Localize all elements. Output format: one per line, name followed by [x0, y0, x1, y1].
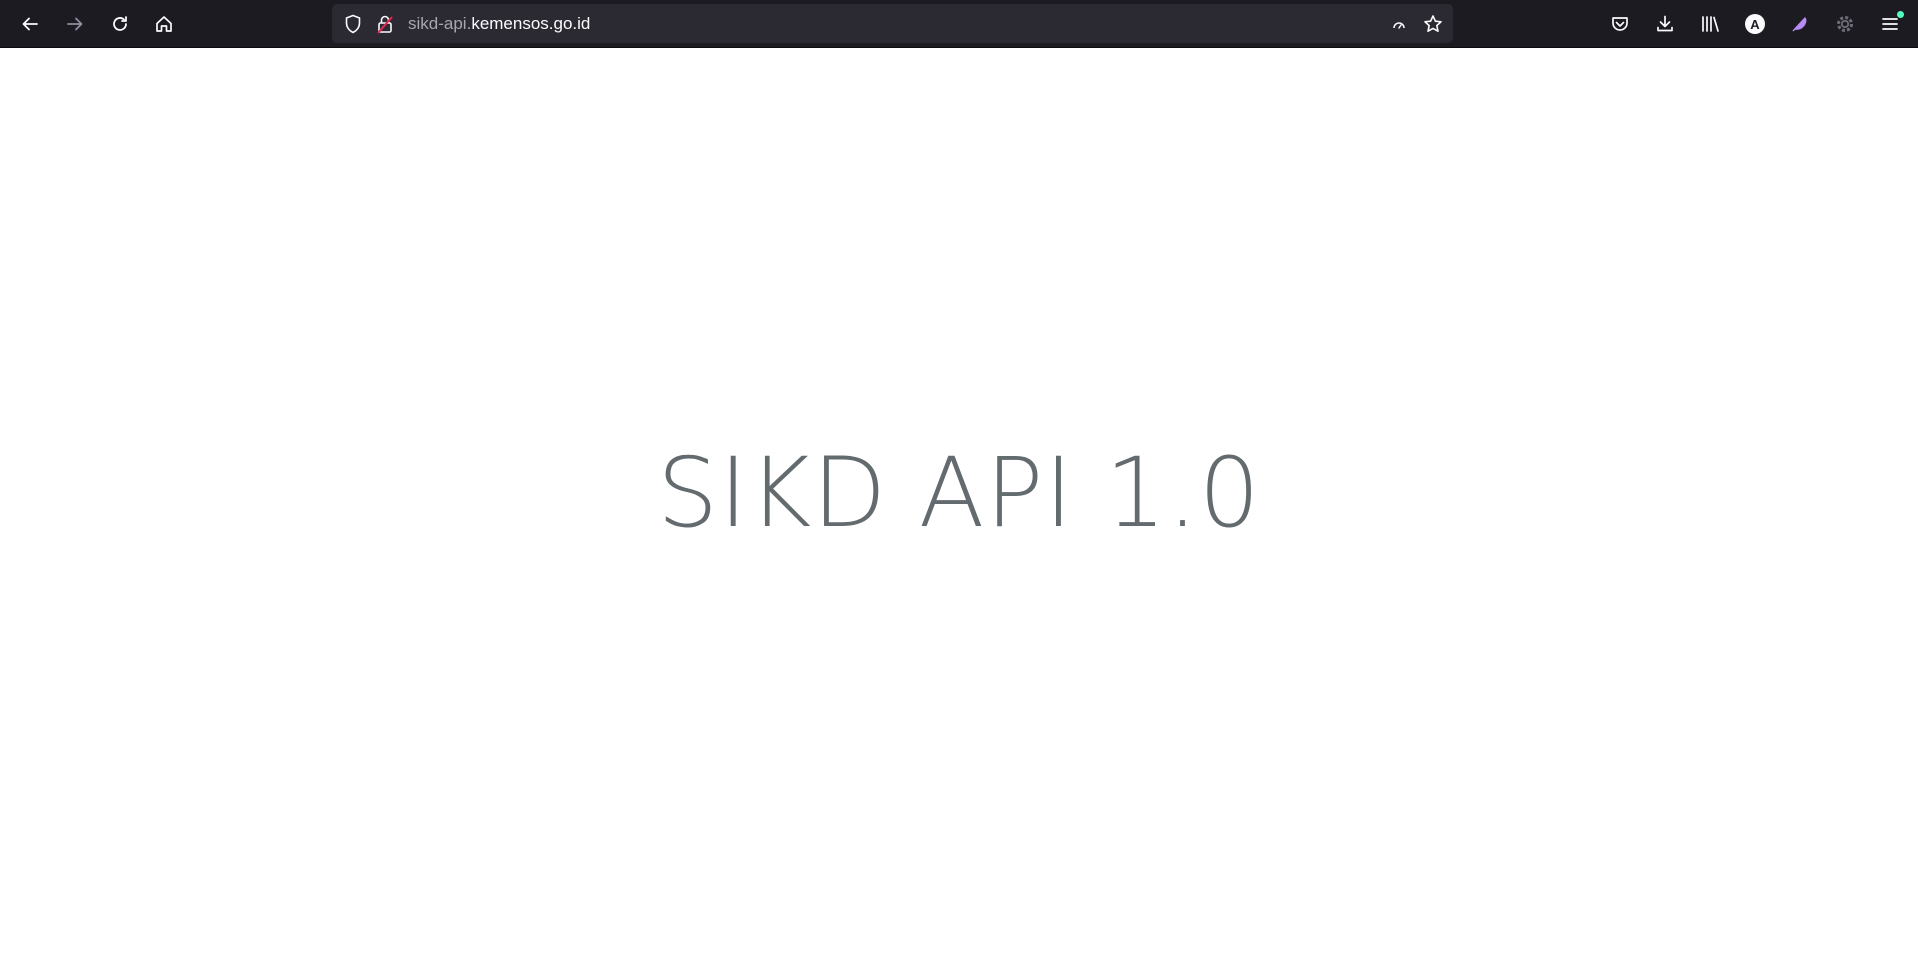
- reader-view-icon[interactable]: [1386, 4, 1412, 43]
- pocket-icon: [1610, 14, 1630, 34]
- hamburger-menu-icon: [1880, 14, 1900, 34]
- arrow-right-icon: [65, 14, 85, 34]
- browser-toolbar: sikd-api.kemensos.go.id A: [0, 0, 1918, 48]
- url-domain: kemensos.go.id: [471, 14, 591, 33]
- account-avatar: A: [1745, 14, 1765, 34]
- page-content: SIKD API 1.0: [0, 48, 1918, 955]
- url-text[interactable]: sikd-api.kemensos.go.id: [408, 4, 590, 43]
- pocket-button[interactable]: [1602, 6, 1638, 42]
- gear-extension-icon: [1835, 14, 1855, 34]
- downloads-button[interactable]: [1647, 6, 1683, 42]
- url-bar[interactable]: sikd-api.kemensos.go.id: [332, 4, 1453, 43]
- extension-button-gear[interactable]: [1827, 6, 1863, 42]
- reload-button[interactable]: [102, 6, 138, 42]
- back-button[interactable]: [12, 6, 48, 42]
- insecure-lock-icon[interactable]: [372, 4, 398, 43]
- account-button[interactable]: A: [1737, 6, 1773, 42]
- library-icon: [1700, 14, 1720, 34]
- shield-icon[interactable]: [340, 4, 366, 43]
- feather-extension-icon: [1790, 14, 1810, 34]
- download-icon: [1655, 14, 1675, 34]
- star-icon[interactable]: [1420, 4, 1446, 43]
- arrow-left-icon: [20, 14, 40, 34]
- library-button[interactable]: [1692, 6, 1728, 42]
- page-title: SIKD API 1.0: [657, 437, 1261, 549]
- url-subdomain: sikd-api.: [408, 14, 472, 33]
- app-menu-button[interactable]: [1872, 6, 1908, 42]
- extension-button-feather[interactable]: [1782, 6, 1818, 42]
- forward-button[interactable]: [57, 6, 93, 42]
- reload-icon: [110, 14, 130, 34]
- update-notification-dot: [1897, 11, 1904, 18]
- home-icon: [154, 14, 174, 34]
- home-button[interactable]: [146, 6, 182, 42]
